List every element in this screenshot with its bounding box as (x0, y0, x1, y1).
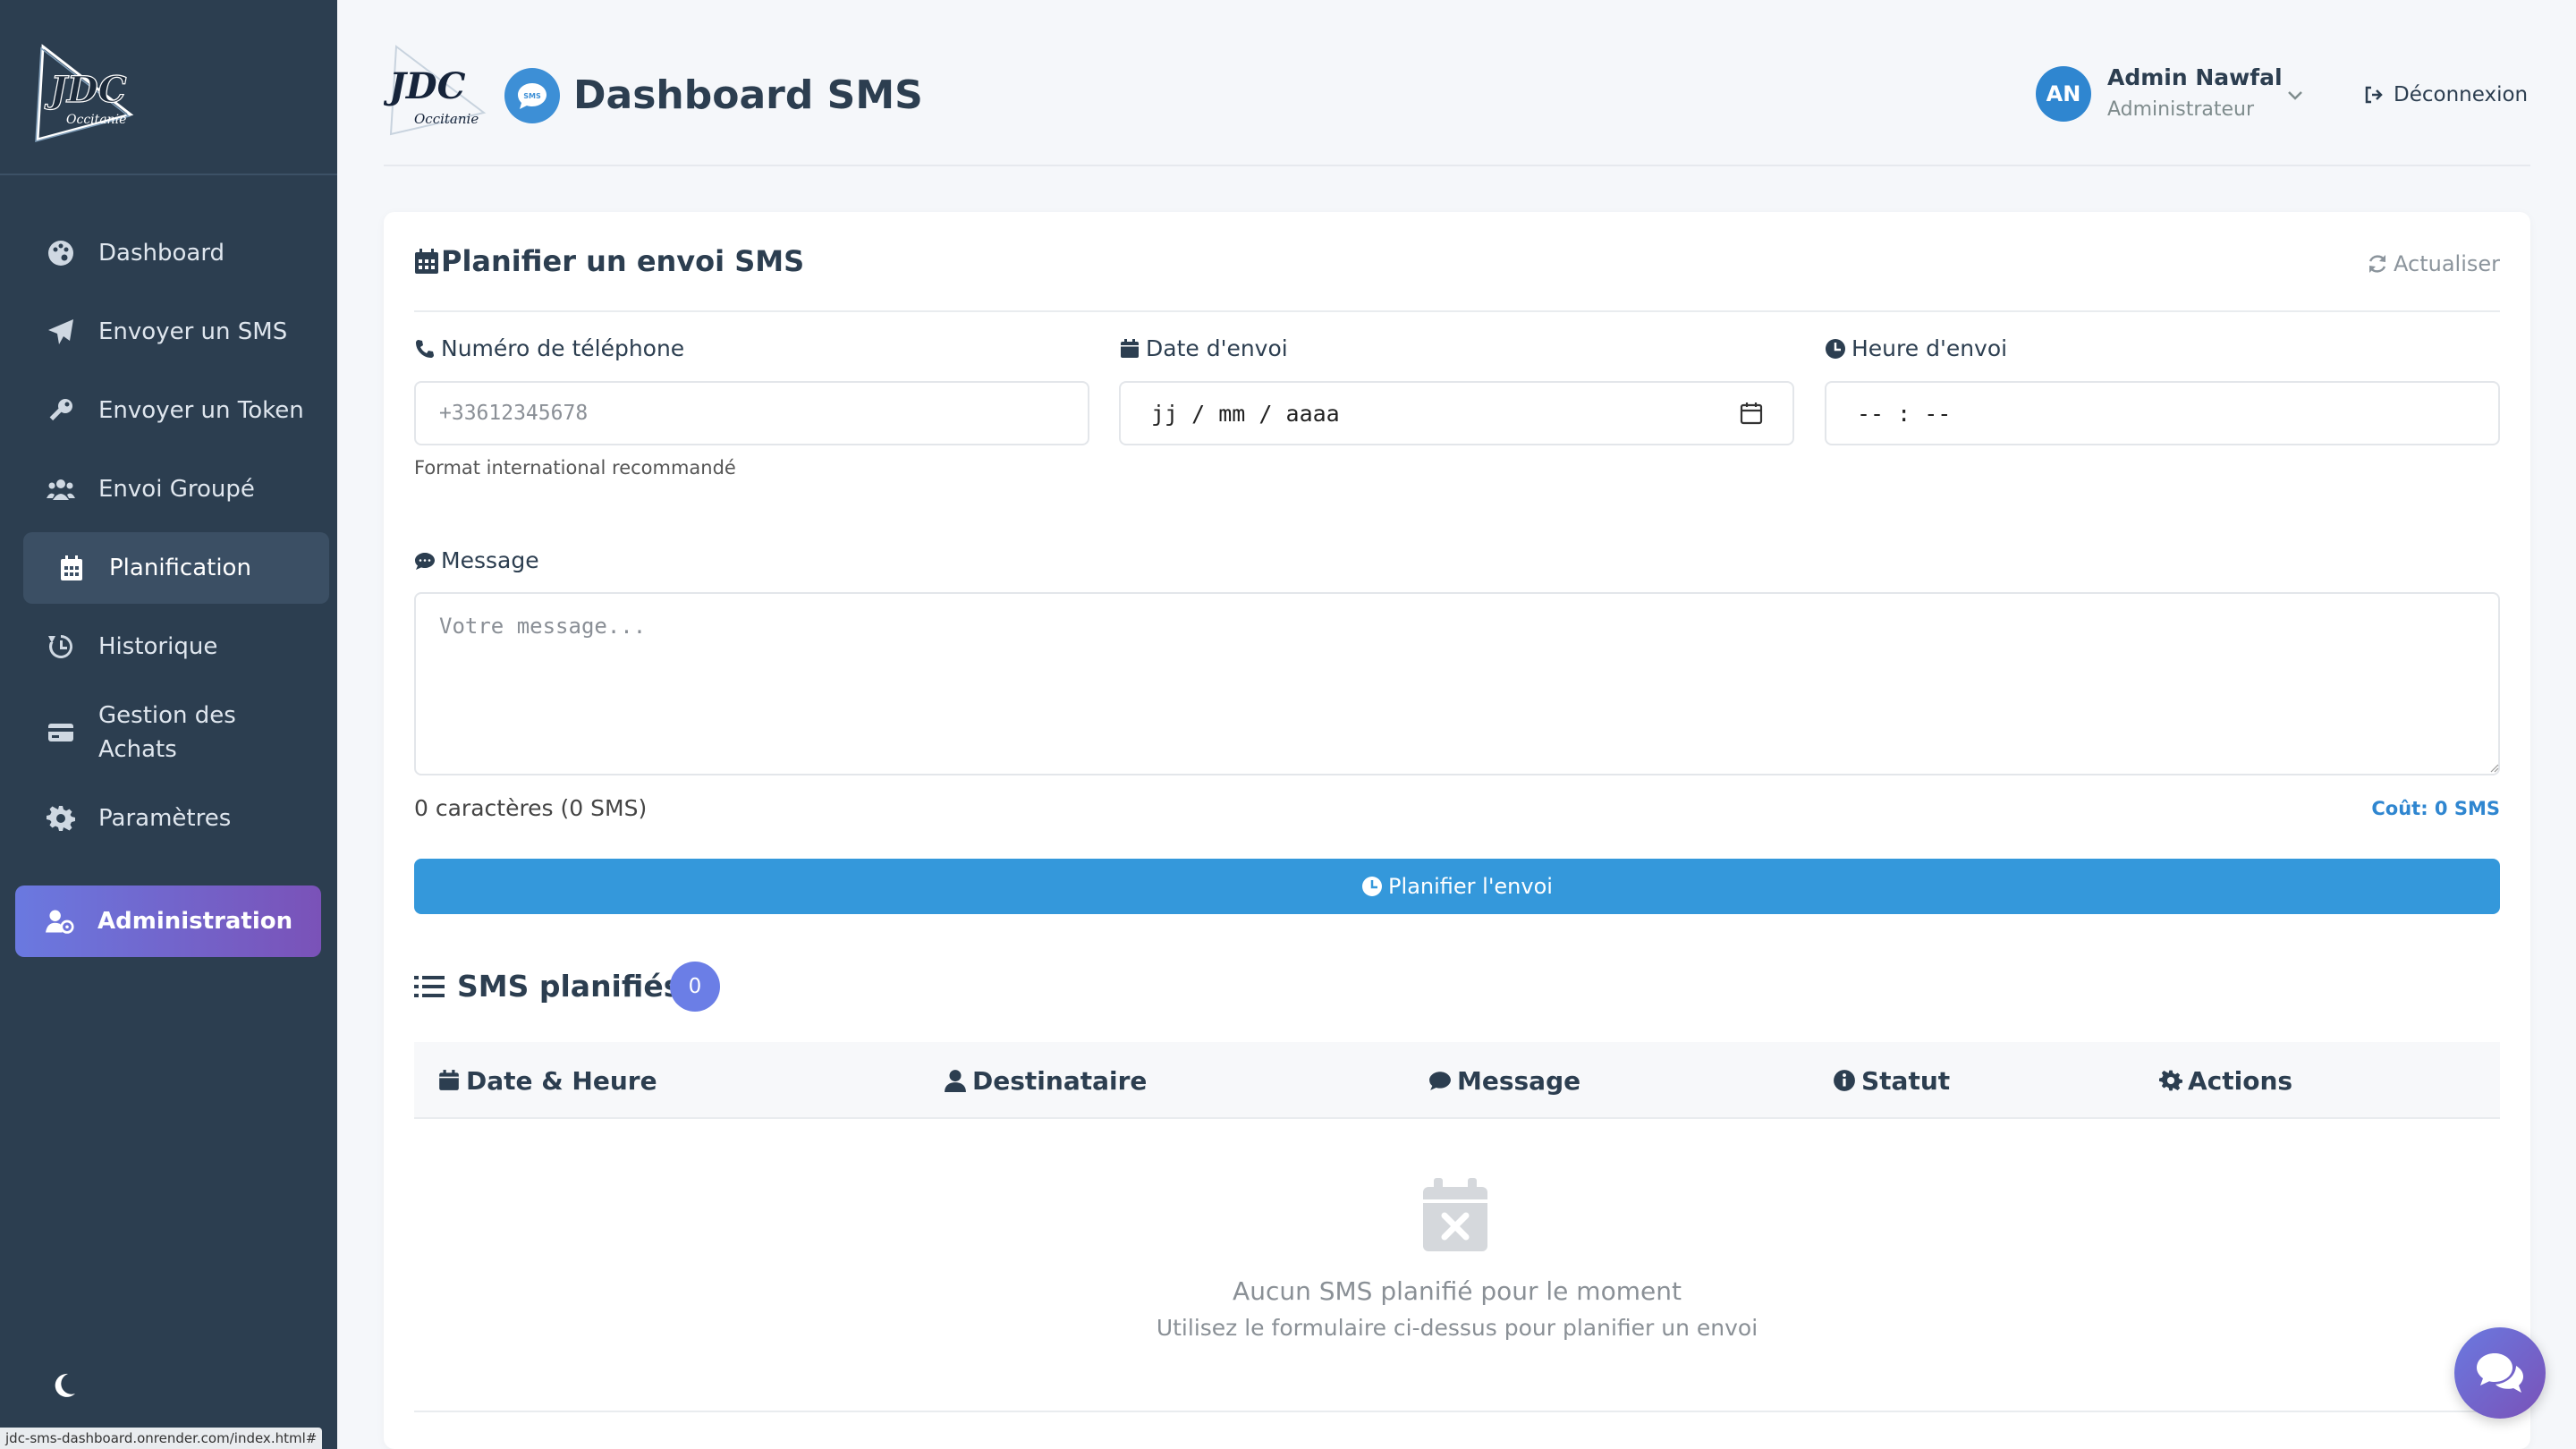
calendar-times-icon (1423, 1178, 1487, 1251)
sidebar-item-label: Planification (109, 555, 251, 581)
sidebar-item-send-token[interactable]: Envoyer un Token (23, 375, 329, 446)
key-icon (45, 394, 77, 427)
sidebar-item-label: Envoi Groupé (98, 476, 255, 503)
logout-button[interactable]: Déconnexion (2363, 79, 2528, 111)
list-icon (414, 975, 445, 997)
user-icon (945, 1070, 966, 1092)
schedule-card: Planifier un envoi SMS Actualiser Numéro… (384, 212, 2530, 1449)
calendar-icon (55, 552, 88, 584)
svg-text:JDC: JDC (384, 65, 466, 107)
credit-card-icon (45, 716, 77, 749)
sign-out-icon (2365, 86, 2383, 104)
card-title: Planifier un envoi SMS (414, 244, 804, 278)
history-icon (45, 631, 77, 663)
time-input[interactable]: -- : -- (1825, 381, 2500, 445)
phone-input[interactable] (414, 381, 1089, 445)
calendar-icon (415, 249, 438, 274)
info-circle-icon (1834, 1070, 1855, 1091)
sidebar-item-send-sms[interactable]: Envoyer un SMS (23, 296, 329, 368)
scheduled-count-badge: 0 (670, 962, 720, 1012)
svg-text:Occitanie: Occitanie (414, 111, 479, 127)
jdc-occitanie-logo[interactable]: JDC Occitanie (384, 41, 487, 140)
sidebar-item-label: Dashboard (98, 240, 225, 267)
column-header-actions[interactable]: Actions (2159, 1042, 2292, 1119)
sidebar: JDC Occitanie Dashboard Envoyer un SMS E… (0, 0, 337, 1449)
comments-icon (2477, 1353, 2523, 1393)
sidebar-item-label: Paramètres (98, 805, 232, 832)
phone-hint: Format international recommandé (414, 457, 736, 479)
logout-label: Déconnexion (2394, 83, 2529, 106)
sidebar-item-label: Gestion des Achats (98, 702, 236, 763)
sidebar-item-group-send[interactable]: Envoi Groupé (23, 453, 329, 525)
scheduled-section-title: SMS planifiés (414, 969, 681, 1004)
column-header-recipient[interactable]: Destinataire (944, 1042, 1147, 1119)
column-header-status[interactable]: Statut (1833, 1042, 1950, 1119)
chat-support-button[interactable] (2454, 1327, 2546, 1419)
comment-icon (415, 552, 435, 570)
sidebar-item-settings[interactable]: Paramètres (23, 783, 329, 854)
sidebar-item-label: Envoyer un SMS (98, 318, 288, 345)
sidebar-item-history[interactable]: Historique (23, 611, 329, 682)
jdc-occitanie-logo[interactable]: JDC Occitanie (27, 43, 134, 143)
sms-bubble-icon: SMS (504, 68, 560, 123)
message-textarea[interactable] (414, 592, 2500, 775)
date-input[interactable]: jj / mm / aaaa (1119, 381, 1794, 445)
table-bottom-divider (414, 1411, 2500, 1412)
header-divider (384, 165, 2530, 166)
svg-text:SMS: SMS (523, 92, 541, 100)
user-name[interactable]: Admin Nawfal (2107, 64, 2283, 90)
user-role: Administrateur (2107, 98, 2254, 121)
sidebar-item-dashboard[interactable]: Dashboard (23, 217, 329, 289)
sidebar-item-label: Administration (97, 908, 293, 935)
column-header-message[interactable]: Message (1428, 1042, 1580, 1119)
calendar-picker-icon[interactable] (1739, 401, 1764, 426)
sidebar-item-label: Envoyer un Token (98, 397, 304, 424)
gear-icon (2159, 1070, 2182, 1091)
sidebar-item-administration[interactable]: Administration (15, 886, 321, 957)
sms-cost: Coût: 0 SMS (2371, 798, 2500, 819)
schedule-submit-button[interactable]: Planifier l'envoi (414, 859, 2500, 914)
card-divider (414, 310, 2500, 312)
svg-text:JDC: JDC (44, 69, 127, 111)
phone-label: Numéro de téléphone (414, 335, 684, 361)
svg-text:Occitanie: Occitanie (66, 113, 126, 127)
empty-state-subtitle: Utilisez le formulaire ci-dessus pour pl… (1156, 1315, 1758, 1341)
sidebar-divider (0, 174, 337, 175)
status-bar-url: jdc-sms-dashboard.onrender.com/index.htm… (0, 1428, 323, 1449)
sidebar-item-label: Historique (98, 633, 218, 660)
paper-plane-icon (45, 316, 77, 348)
empty-state-title: Aucun SMS planifié pour le moment (1233, 1276, 1682, 1306)
clock-icon (1826, 338, 1845, 359)
column-header-date[interactable]: Date & Heure (437, 1042, 657, 1119)
users-icon (45, 473, 77, 505)
moon-icon[interactable] (50, 1372, 77, 1399)
clock-icon (1362, 877, 1383, 896)
time-label: Heure d'envoi (1825, 335, 2007, 361)
comment-icon (1429, 1072, 1451, 1090)
palette-icon (45, 237, 77, 269)
user-cog-icon (44, 905, 76, 937)
sidebar-item-purchases[interactable]: Gestion des Achats (23, 690, 329, 775)
message-label: Message (414, 547, 539, 573)
chevron-down-icon[interactable] (2284, 84, 2306, 106)
gear-icon (45, 802, 77, 835)
page-header: JDC Occitanie SMS Dashboard SMS AN Admin… (384, 41, 2530, 166)
avatar[interactable]: AN (2036, 66, 2091, 122)
page-title: Dashboard SMS (573, 72, 923, 118)
sidebar-item-planification[interactable]: Planification (23, 532, 329, 604)
refresh-icon (2368, 255, 2386, 273)
calendar-icon (1121, 338, 1139, 358)
calendar-icon (439, 1070, 459, 1090)
phone-icon (416, 339, 434, 358)
date-label: Date d'envoi (1119, 335, 1288, 361)
scheduled-table-header: Date & Heure Destinataire Message Statut… (414, 1042, 2500, 1119)
refresh-button[interactable]: Actualiser (2367, 251, 2500, 276)
resize-handle-icon[interactable] (2490, 764, 2499, 773)
char-count: 0 caractères (0 SMS) (414, 795, 648, 821)
